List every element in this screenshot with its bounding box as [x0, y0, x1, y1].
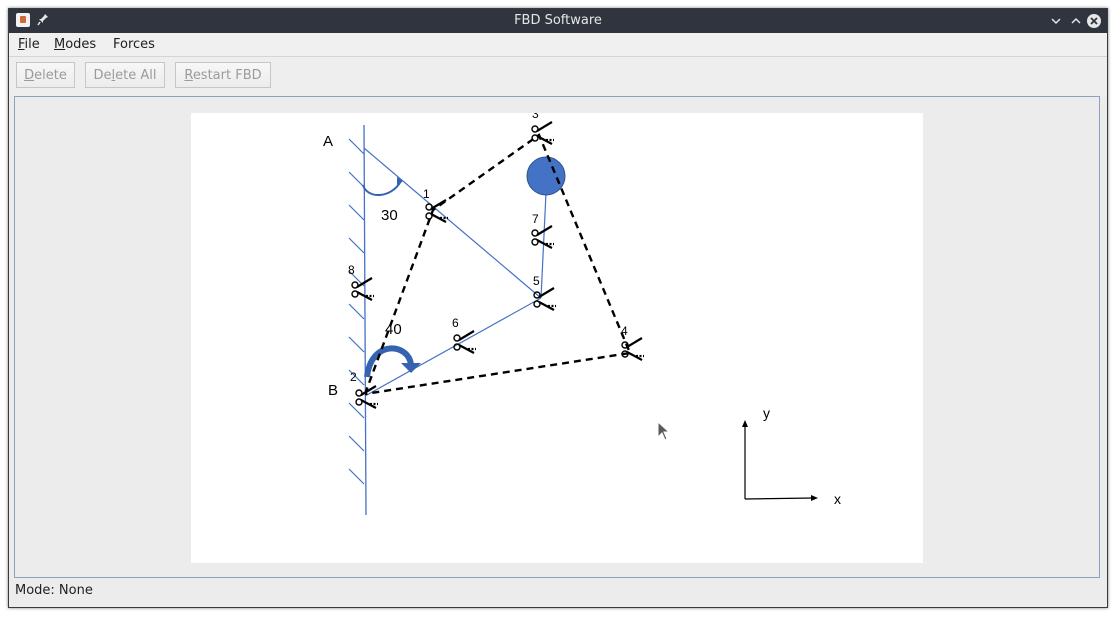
maximize-icon[interactable]: [1067, 12, 1085, 30]
fbd-window: FBD Software File Modes Forces Delete De…: [8, 8, 1108, 608]
menu-bar: File Modes Forces: [9, 33, 1107, 57]
delete-mnemonic: D: [24, 67, 35, 83]
delete-all-button[interactable]: Delete All: [85, 62, 165, 88]
moment-arrow-bottom-head: [401, 363, 421, 373]
menu-modes-label: odes: [65, 37, 97, 52]
restart-label: estart FBD: [192, 67, 262, 83]
node-label-1: 1: [423, 187, 430, 201]
angle-label-30: 30: [381, 207, 398, 224]
point-label-a: A: [323, 133, 333, 150]
minimize-icon[interactable]: [1047, 12, 1065, 30]
wall-line: [363, 124, 367, 516]
menu-modes-mnemonic: M: [54, 37, 66, 52]
node-label-8: 8: [348, 263, 355, 277]
scissors-icon-8[interactable]: [350, 276, 376, 302]
menu-file-label: ile: [24, 37, 40, 52]
fbd-diagram[interactable]: A B 30 40 1 2 3 4 5 6 7 8 y x: [191, 107, 923, 563]
window-title: FBD Software: [514, 13, 602, 28]
status-bar: Mode: None: [15, 583, 93, 598]
node-label-3: 3: [532, 113, 539, 121]
close-icon[interactable]: [1085, 12, 1103, 30]
node-label-2: 2: [350, 370, 357, 384]
toolbar: Delete Delete All Restart FBD: [9, 57, 1107, 95]
scissors-icon-4[interactable]: [620, 336, 646, 362]
menu-modes[interactable]: Modes: [54, 37, 96, 52]
delete-button[interactable]: Delete: [16, 62, 75, 88]
scissors-icon-6[interactable]: [452, 329, 478, 355]
node-label-4: 4: [621, 324, 628, 338]
fbd-canvas[interactable]: A B 30 40 1 2 3 4 5 6 7 8 y x: [191, 107, 923, 563]
drawing-panel: A B 30 40 1 2 3 4 5 6 7 8 y x: [14, 96, 1100, 578]
title-bar[interactable]: FBD Software: [9, 9, 1107, 33]
truss-members: [363, 147, 547, 397]
moment-arrow-bottom: [364, 345, 414, 378]
axis-label-x: x: [834, 491, 841, 507]
x-axis-arrowhead: [811, 495, 818, 501]
delete-label: elete: [34, 67, 67, 83]
node-label-6: 6: [452, 316, 459, 330]
y-axis-arrowhead: [742, 420, 748, 427]
menu-forces[interactable]: Forces: [113, 37, 155, 52]
wall-hatching: [348, 138, 365, 485]
moment-arrow-top: [362, 180, 402, 196]
point-label-b: B: [328, 382, 338, 399]
scissors-icon-3[interactable]: [530, 120, 556, 146]
scissors-icon-5[interactable]: [532, 286, 558, 312]
menu-file[interactable]: File: [18, 37, 40, 52]
delete-all-label-pre: De: [93, 67, 112, 83]
mouse-cursor-icon: [657, 421, 671, 441]
delete-all-label: ete All: [115, 67, 157, 83]
ball: [526, 156, 566, 196]
restart-fbd-button[interactable]: Restart FBD: [175, 62, 271, 88]
restart-mnemonic: R: [184, 67, 193, 83]
angle-label-40: 40: [385, 321, 402, 338]
coordinate-axes: [744, 425, 814, 500]
axis-label-y: y: [763, 405, 770, 421]
node-label-5: 5: [533, 274, 540, 288]
node-label-7: 7: [532, 212, 539, 226]
